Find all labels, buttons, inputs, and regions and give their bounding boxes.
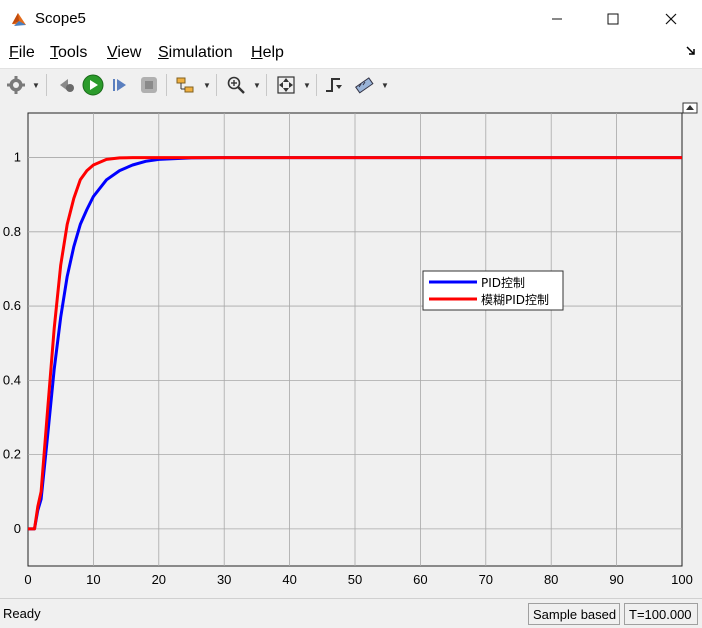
settings-button[interactable] [4,73,28,97]
gear-icon [7,76,25,94]
step-back-icon [60,79,74,92]
signal-selector-icon [176,77,194,93]
matlab-icon [12,13,26,26]
y-tick-label: 0.6 [3,298,21,313]
signal-selector-dropdown[interactable]: ▼ [203,81,211,90]
simulation-time-indicator: T=100.000 [624,603,698,625]
stop-icon [141,77,157,93]
legend-label: 模糊PID控制 [481,292,549,307]
fit-dropdown[interactable]: ▼ [303,81,311,90]
status-ready-text: Ready [3,606,41,621]
scope-chart[interactable]: 0 10 20 30 40 50 60 70 80 90 100 0 0.2 0.4 0.6 0.8 1 PID控… [0,100,702,598]
x-tick-label: 40 [282,572,296,587]
y-tick-label: 0.8 [3,224,21,239]
menu-file[interactable]: File [9,44,35,62]
toolbar: ▼ ▼ ▼ ▼ ▼ [0,68,702,100]
zoom-icon [227,76,245,94]
x-tick-label: 0 [24,572,31,587]
window-title: Scope5 [35,10,86,27]
maximize-icon [607,13,619,25]
stop-button[interactable] [137,73,161,97]
measurements-dropdown[interactable]: ▼ [381,81,389,90]
x-tick-label: 50 [348,572,362,587]
triggers-button[interactable] [322,73,346,97]
run-button[interactable] [81,73,105,97]
x-tick-label: 60 [413,572,427,587]
fit-to-view-icon [277,76,295,94]
minimize-icon [552,18,562,20]
step-back-button[interactable] [54,73,78,97]
x-tick-label: 100 [671,572,693,587]
triggers-icon [326,78,342,92]
close-button[interactable] [642,0,700,38]
dock-arrow-icon[interactable] [686,46,696,56]
x-tick-label: 20 [152,572,166,587]
x-tick-label: 10 [86,572,100,587]
zoom-dropdown[interactable]: ▼ [253,81,261,90]
toolbar-separator [166,74,167,96]
status-bar: Ready Sample based T=100.000 [0,598,702,628]
run-icon [82,74,104,96]
menu-bar: File Tools View Simulation Help [0,38,702,68]
close-icon [665,13,677,25]
x-tick-label: 30 [217,572,231,587]
y-tick-label: 1 [14,150,21,165]
menu-view[interactable]: View [107,44,141,62]
step-forward-button[interactable] [108,73,132,97]
x-tick-label: 70 [479,572,493,587]
settings-dropdown[interactable]: ▼ [32,81,40,90]
step-forward-icon [113,79,126,91]
menu-help[interactable]: Help [251,44,284,62]
y-tick-label: 0.2 [3,447,21,462]
cursor-measurements-button[interactable] [352,73,376,97]
y-tick-label: 0.4 [3,372,21,387]
menu-simulation[interactable]: Simulation [158,44,233,62]
cursor-measurements-icon [355,77,374,94]
toolbar-separator [46,74,47,96]
toolbar-separator [316,74,317,96]
menu-tools[interactable]: Tools [50,44,87,62]
y-tick-label: 0 [14,521,21,536]
x-tick-label: 80 [544,572,558,587]
scope-plot-area: 0 10 20 30 40 50 60 70 80 90 100 0 0.2 0.4 0.6 0.8 1 PID控… [0,100,702,598]
legend-label: PID控制 [481,276,525,290]
x-tick-label: 90 [609,572,623,587]
title-bar: Scope5 [0,0,702,38]
maximize-button[interactable] [584,0,642,38]
fit-to-view-button[interactable] [274,73,298,97]
zoom-button[interactable] [224,73,248,97]
toolbar-separator [216,74,217,96]
toolbar-separator [266,74,267,96]
signal-selector-button[interactable] [173,73,197,97]
minimize-button[interactable] [528,0,586,38]
sample-mode-indicator: Sample based [528,603,620,625]
